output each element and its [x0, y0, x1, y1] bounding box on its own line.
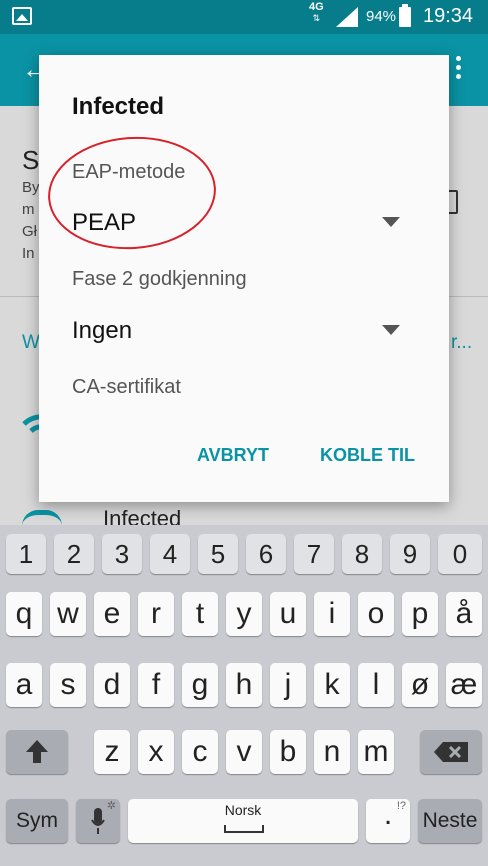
phase2-auth-label: Fase 2 godkjenning	[72, 268, 247, 290]
background-link: W	[22, 332, 40, 353]
eap-method-dropdown[interactable]: PEAP	[72, 209, 136, 237]
sym-key[interactable]: Sym	[6, 799, 68, 843]
dropdown-arrow-icon[interactable]	[382, 217, 400, 227]
battery-icon	[399, 4, 411, 27]
background-text: Gł	[22, 223, 37, 240]
cancel-button[interactable]: AVBRYT	[197, 445, 269, 466]
key-r[interactable]: r	[138, 592, 174, 636]
key-m[interactable]: m	[358, 730, 394, 774]
eap-method-label: EAP-metode	[72, 161, 186, 183]
key-j[interactable]: j	[270, 663, 306, 707]
key-4[interactable]: 4	[150, 534, 190, 574]
key-d[interactable]: d	[94, 663, 130, 707]
key-ae[interactable]: æ	[446, 663, 482, 707]
key-q[interactable]: q	[6, 592, 42, 636]
space-key[interactable]: Norsk	[128, 799, 358, 843]
key-h[interactable]: h	[226, 663, 262, 707]
key-9[interactable]: 9	[390, 534, 430, 574]
period-key[interactable]: !? .	[366, 798, 410, 843]
key-w[interactable]: w	[50, 592, 86, 636]
key-c[interactable]: c	[182, 730, 218, 774]
dropdown-arrow-icon[interactable]	[382, 325, 400, 335]
ca-certificate-label: CA-sertifikat	[72, 376, 181, 398]
key-6[interactable]: 6	[246, 534, 286, 574]
key-8[interactable]: 8	[342, 534, 382, 574]
key-z[interactable]: z	[94, 730, 130, 774]
key-7[interactable]: 7	[294, 534, 334, 574]
key-2[interactable]: 2	[54, 534, 94, 574]
keyboard: 1 2 3 4 5 6 7 8 9 0 q w e r t y u i o p …	[0, 525, 488, 866]
background-section-title: S	[22, 145, 40, 175]
key-a[interactable]: a	[6, 663, 42, 707]
gallery-icon	[12, 7, 32, 25]
key-y[interactable]: y	[226, 592, 262, 636]
battery-percent: 94%	[366, 8, 397, 25]
background-text: By	[22, 179, 40, 196]
background-link: r...	[451, 332, 473, 353]
key-1[interactable]: 1	[6, 534, 46, 574]
key-l[interactable]: l	[358, 663, 394, 707]
key-n[interactable]: n	[314, 730, 350, 774]
key-3[interactable]: 3	[102, 534, 142, 574]
key-s[interactable]: s	[50, 663, 86, 707]
key-b[interactable]: b	[270, 730, 306, 774]
dialog-title: Infected	[72, 93, 165, 120]
key-0[interactable]: 0	[438, 534, 482, 574]
space-bar-icon	[224, 825, 264, 833]
key-f[interactable]: f	[138, 663, 174, 707]
network-type-icon: 4G ⇅	[309, 1, 324, 24]
period-label: .	[383, 798, 393, 831]
microphone-icon	[91, 808, 105, 834]
key-oe[interactable]: ø	[402, 663, 438, 707]
space-language-label: Norsk	[224, 802, 262, 818]
key-x[interactable]: x	[138, 730, 174, 774]
connect-button[interactable]: KOBLE TIL	[320, 445, 415, 466]
voice-key[interactable]: ✲	[76, 799, 120, 843]
backspace-icon	[434, 742, 468, 762]
phase2-auth-dropdown[interactable]: Ingen	[72, 317, 132, 345]
clock: 19:34	[423, 5, 474, 27]
more-vert-icon[interactable]	[456, 56, 462, 83]
key-i[interactable]: i	[314, 592, 350, 636]
shift-key[interactable]	[6, 730, 68, 774]
key-k[interactable]: k	[314, 663, 350, 707]
key-5[interactable]: 5	[198, 534, 238, 574]
key-g[interactable]: g	[182, 663, 218, 707]
background-text: In	[22, 245, 35, 262]
key-t[interactable]: t	[182, 592, 218, 636]
key-o[interactable]: o	[358, 592, 394, 636]
key-aa[interactable]: å	[446, 592, 482, 636]
key-p[interactable]: p	[402, 592, 438, 636]
key-v[interactable]: v	[226, 730, 262, 774]
key-e[interactable]: e	[94, 592, 130, 636]
network-dialog: Infected EAP-metode PEAP Fase 2 godkjenn…	[39, 55, 449, 502]
status-bar: 4G ⇅ 94% 19:34	[0, 0, 488, 34]
background-text: m	[22, 201, 35, 218]
key-u[interactable]: u	[270, 592, 306, 636]
backspace-key[interactable]	[420, 730, 482, 774]
shift-icon	[26, 740, 48, 763]
settings-hint-icon: ✲	[106, 800, 116, 812]
signal-icon	[336, 7, 358, 27]
next-key[interactable]: Neste	[418, 799, 482, 843]
